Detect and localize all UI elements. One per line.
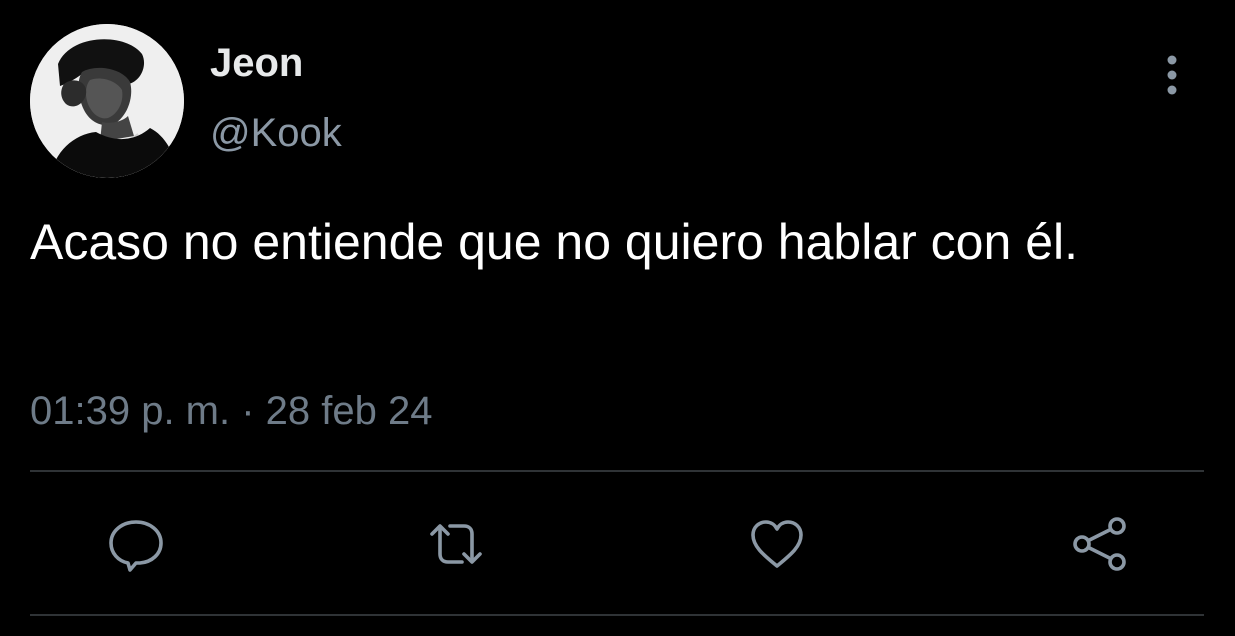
divider — [30, 614, 1204, 616]
tweet: Jeon @Kook Acaso no entiende que no quie… — [0, 0, 1235, 636]
more-vertical-icon — [1167, 55, 1177, 95]
reply-button[interactable] — [104, 512, 168, 576]
retweet-button[interactable] — [424, 512, 488, 576]
user-handle[interactable]: @Kook — [210, 110, 342, 156]
tweet-text: Acaso no entiende que no quiero hablar c… — [30, 214, 1078, 270]
reply-icon — [109, 520, 163, 572]
like-button[interactable] — [745, 512, 809, 576]
heart-icon — [751, 520, 803, 568]
share-icon — [1073, 517, 1126, 571]
avatar[interactable] — [30, 24, 184, 178]
more-options-button[interactable] — [1150, 54, 1194, 96]
divider — [30, 470, 1204, 472]
avatar-image — [30, 24, 184, 178]
retweet-icon — [430, 524, 482, 564]
share-button[interactable] — [1068, 512, 1132, 576]
display-name[interactable]: Jeon — [210, 40, 303, 86]
tweet-timestamp[interactable]: 01:39 p. m. · 28 feb 24 — [30, 388, 432, 434]
